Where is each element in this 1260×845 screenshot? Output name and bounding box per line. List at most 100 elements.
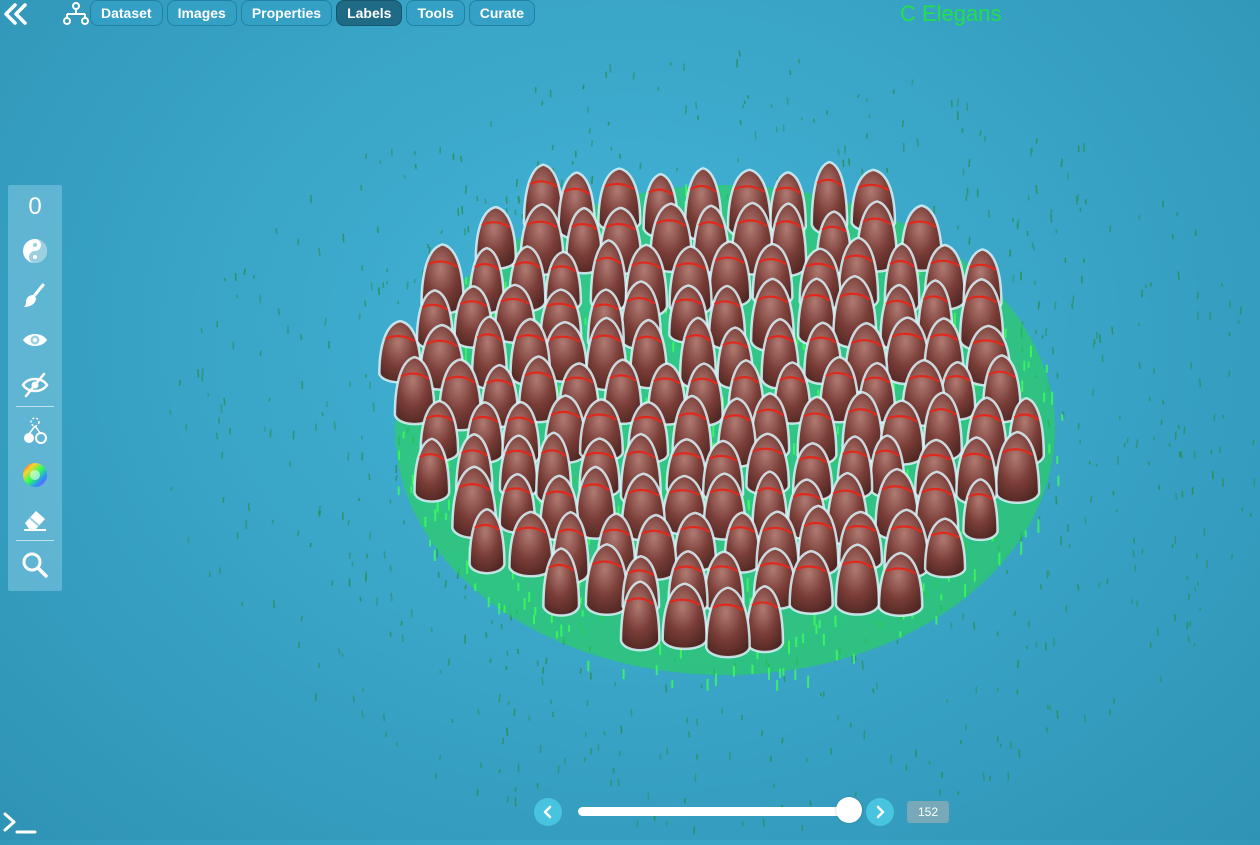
green-particle xyxy=(1213,471,1214,480)
green-particle xyxy=(552,145,553,150)
green-particle xyxy=(440,755,441,759)
green-particle xyxy=(390,565,391,571)
green-particle xyxy=(1242,508,1243,512)
green-particle xyxy=(1056,497,1057,505)
green-particle xyxy=(441,230,442,234)
green-particle xyxy=(198,369,199,377)
green-particle xyxy=(319,663,320,668)
tab-curate[interactable]: Curate xyxy=(469,0,535,26)
green-particle xyxy=(485,199,486,204)
green-particle xyxy=(322,412,323,416)
green-particle xyxy=(465,585,466,589)
green-particle xyxy=(974,622,975,629)
green-particle xyxy=(380,161,381,164)
search-icon[interactable] xyxy=(8,545,62,585)
brush-icon[interactable] xyxy=(8,276,62,316)
green-particle xyxy=(667,747,668,755)
green-particle xyxy=(362,710,363,718)
green-particle xyxy=(1188,636,1189,643)
green-particle xyxy=(1184,427,1185,434)
green-particle xyxy=(1138,323,1139,326)
eraser-icon[interactable] xyxy=(8,499,62,539)
green-particle xyxy=(1120,416,1121,419)
terminal-icon[interactable] xyxy=(2,810,38,836)
green-particle xyxy=(814,119,815,123)
tab-dataset[interactable]: Dataset xyxy=(90,0,163,26)
green-particle xyxy=(1214,414,1215,421)
green-particle xyxy=(929,761,930,764)
green-particle xyxy=(503,738,504,745)
label-counter: 0 xyxy=(8,187,62,227)
green-particle xyxy=(551,699,552,704)
green-particle xyxy=(431,628,432,633)
green-particle xyxy=(242,602,243,607)
frame-slider[interactable] xyxy=(578,807,852,816)
green-particle xyxy=(1054,638,1055,647)
green-particle xyxy=(301,334,302,340)
green-particle xyxy=(561,180,562,188)
green-particle xyxy=(1078,194,1079,201)
tab-images[interactable]: Images xyxy=(167,0,237,26)
color-wheel-icon[interactable] xyxy=(8,455,62,495)
green-particle xyxy=(490,659,491,663)
cell-rendering xyxy=(0,0,1260,840)
green-particle xyxy=(217,433,218,440)
hierarchy-icon[interactable] xyxy=(8,411,62,451)
green-particle xyxy=(951,622,952,629)
frame-number[interactable]: 152 xyxy=(907,801,949,823)
green-particle xyxy=(477,196,478,201)
green-particle xyxy=(1036,138,1037,144)
green-particle xyxy=(684,63,685,71)
green-particle xyxy=(1200,378,1201,387)
green-particle xyxy=(980,130,981,136)
green-particle xyxy=(620,154,621,159)
green-particle xyxy=(558,766,559,774)
tab-tools[interactable]: Tools xyxy=(406,0,464,26)
green-particle xyxy=(378,227,379,234)
green-particle xyxy=(838,149,839,156)
green-particle xyxy=(546,658,547,665)
tab-bar: Dataset Images Properties Labels Tools C… xyxy=(90,0,535,26)
chevron-right-icon[interactable] xyxy=(866,798,894,826)
green-particle xyxy=(1036,185,1037,194)
green-particle xyxy=(179,380,180,386)
tab-labels[interactable]: Labels xyxy=(336,0,402,26)
green-particle xyxy=(391,593,392,601)
green-particle xyxy=(1172,544,1173,548)
green-particle xyxy=(1049,571,1050,576)
green-particle xyxy=(1065,258,1066,263)
green-particle xyxy=(366,374,367,378)
chevron-left-icon[interactable] xyxy=(534,798,562,826)
3d-viewport[interactable] xyxy=(0,0,1260,840)
eye-icon[interactable] xyxy=(8,320,62,360)
eye-off-icon[interactable] xyxy=(8,365,62,405)
green-particle xyxy=(518,649,519,654)
green-particle xyxy=(1116,509,1117,512)
green-particle xyxy=(298,530,299,536)
green-particle xyxy=(449,659,450,666)
green-particle xyxy=(858,95,859,98)
green-particle xyxy=(838,715,839,721)
green-particle xyxy=(461,156,462,162)
green-particle xyxy=(743,105,744,108)
green-particle xyxy=(958,98,959,106)
green-particle xyxy=(633,72,634,79)
tab-properties[interactable]: Properties xyxy=(241,0,332,26)
green-particle xyxy=(1085,517,1086,525)
label-toolbar: 0 xyxy=(8,185,62,591)
green-particle xyxy=(697,719,698,727)
green-particle xyxy=(583,85,584,90)
double-chevron-left-icon[interactable] xyxy=(2,2,30,26)
green-particle xyxy=(1194,643,1195,646)
green-particle xyxy=(1055,301,1056,309)
green-particle xyxy=(1078,584,1079,590)
yin-yang-icon[interactable] xyxy=(8,231,62,271)
tree-icon[interactable] xyxy=(62,2,90,26)
green-particle xyxy=(301,616,302,621)
green-particle xyxy=(1211,450,1212,455)
green-particle xyxy=(290,461,291,467)
green-particle xyxy=(361,185,362,190)
green-particle xyxy=(397,742,398,746)
green-particle xyxy=(1048,705,1049,710)
green-particle xyxy=(573,161,574,164)
